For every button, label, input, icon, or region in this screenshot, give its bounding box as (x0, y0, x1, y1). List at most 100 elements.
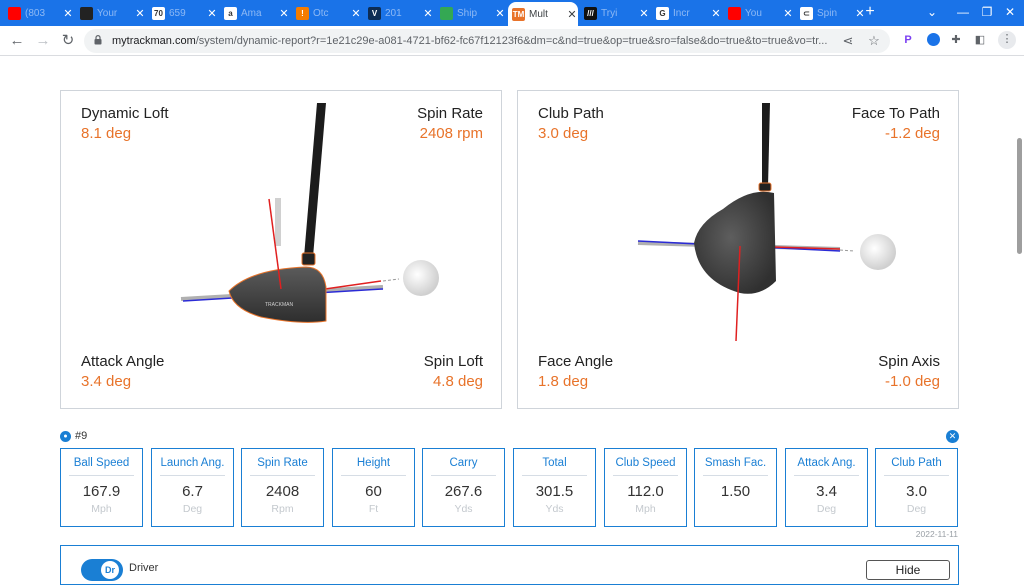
minimize-button[interactable]: — (953, 3, 973, 21)
shot-number: #9 (75, 430, 88, 442)
club-head (228, 266, 327, 323)
tab-title: Mult (529, 8, 548, 20)
close-tab-icon[interactable]: ✕ (62, 7, 74, 20)
metric-unit: Deg (906, 503, 927, 515)
browser-tab[interactable]: 70 659 ✕ (148, 3, 218, 23)
metric-divider (794, 475, 859, 476)
metric-label: Attack Ang. (797, 457, 856, 469)
metric-label: Launch Ang. (160, 457, 225, 469)
club-toggle[interactable]: Dr (81, 559, 123, 581)
club-brand-text: TRACKMAN (265, 302, 293, 308)
close-window-button[interactable]: ✕ (1000, 3, 1020, 21)
impact-top-view-panel: Club Path 3.0 deg Face To Path -1.2 deg … (517, 90, 959, 409)
metric-divider (160, 475, 225, 476)
extension-p-icon[interactable]: P (900, 32, 916, 48)
club-toggle-knob: Dr (101, 561, 119, 579)
browser-tab[interactable]: ! Otc ✕ (292, 3, 362, 23)
metric-value: 112.0 (627, 483, 664, 500)
metric-divider (69, 475, 134, 476)
close-tab-icon[interactable]: ✕ (350, 7, 362, 20)
metric-label: Carry (449, 457, 478, 469)
hide-button[interactable]: Hide (866, 560, 950, 580)
close-tab-icon[interactable]: ✕ (422, 7, 434, 20)
metric-card[interactable]: Attack Ang. 3.4 Deg (785, 448, 868, 527)
browser-tab[interactable]: /// Tryi ✕ (580, 3, 650, 23)
new-tab-button[interactable]: + (862, 4, 878, 20)
reload-icon[interactable]: ↻ (59, 32, 77, 50)
metric-card[interactable]: Launch Ang. 6.7 Deg (151, 448, 234, 527)
metric-card[interactable]: Ball Speed 167.9 Mph (60, 448, 143, 527)
google-icon: G (656, 6, 669, 20)
menu-kebab-icon[interactable]: ⋮ (998, 31, 1016, 49)
top-club-shaft (762, 103, 770, 187)
lock-icon (94, 35, 102, 45)
driver-top-view-illustration (637, 103, 896, 342)
close-tab-icon[interactable]: ✕ (206, 7, 218, 20)
tab-title: (803 (25, 7, 46, 19)
browser-toolbar: ← → ↻ mytrackman.com/system/dynamic-repo… (0, 26, 1024, 56)
browser-tab[interactable]: ⊂ Spin ✕ (796, 3, 866, 23)
metric-card[interactable]: Spin Rate 2408 Rpm (241, 448, 324, 527)
browser-tab[interactable]: Ship ✕ (436, 3, 506, 23)
metric-divider (522, 475, 587, 476)
metric-card[interactable]: Carry 267.6 Yds (422, 448, 505, 527)
close-tab-icon[interactable]: ✕ (782, 7, 794, 20)
extension-shield-icon[interactable] (925, 32, 941, 48)
tab-title: Ama (241, 7, 262, 19)
trackman-icon: TM (512, 7, 525, 21)
browser-tab[interactable]: V 201 ✕ (364, 3, 434, 23)
stripes-icon: /// (584, 6, 597, 20)
metric-label: Ball Speed (73, 457, 130, 469)
metric-unit: Yds (545, 503, 564, 515)
metric-card[interactable]: Total 301.5 Yds (513, 448, 596, 527)
page-scrollbar[interactable] (1017, 138, 1022, 254)
extensions-puzzle-icon[interactable]: ✚ (948, 32, 964, 48)
browser-tab[interactable]: a Ama ✕ (220, 3, 290, 23)
metric-value: 267.6 (444, 483, 483, 500)
metric-value: 60 (365, 483, 382, 500)
close-tab-icon[interactable]: ✕ (494, 7, 506, 20)
shot-person-icon: ● (60, 430, 71, 442)
youtube-icon (728, 6, 741, 20)
browser-tab[interactable]: TM Mult ✕ (508, 2, 578, 26)
url-host: mytrackman.com (112, 35, 196, 47)
metric-label: Spin Rate (257, 457, 308, 469)
metric-value: 1.50 (720, 483, 751, 500)
close-tab-icon[interactable]: ✕ (278, 7, 290, 20)
browser-tab[interactable]: G Incr ✕ (652, 3, 722, 23)
golf-ball (403, 260, 439, 296)
tab-title: Ship (457, 7, 478, 19)
bookmark-star-icon[interactable]: ☆ (866, 33, 882, 49)
metric-card[interactable]: Club Speed 112.0 Mph (604, 448, 687, 527)
tab-search-icon[interactable]: ⌄ (922, 3, 942, 21)
share-icon[interactable]: ⋖ (840, 33, 856, 49)
browser-tab[interactable]: Your ✕ (76, 3, 146, 23)
metric-divider (250, 475, 315, 476)
forward-icon[interactable]: → (34, 32, 52, 50)
metric-card[interactable]: Height 60 Ft (332, 448, 415, 527)
tab-title: 201 (385, 7, 402, 19)
close-tab-icon[interactable]: ✕ (566, 8, 578, 21)
amazon-icon: a (224, 6, 237, 20)
metric-label: Smash Fac. (704, 457, 767, 469)
browser-tab[interactable]: (803 ✕ (4, 3, 74, 23)
close-tab-icon[interactable]: ✕ (638, 7, 650, 20)
address-bar[interactable]: mytrackman.com/system/dynamic-report?r=1… (84, 29, 890, 53)
under-armour-icon (80, 6, 93, 20)
close-tab-icon[interactable]: ✕ (710, 7, 722, 20)
metric-unit: Deg (816, 503, 837, 515)
spin-icon: ⊂ (800, 6, 813, 20)
metric-unit: Rpm (271, 503, 294, 515)
close-tab-icon[interactable]: ✕ (134, 7, 146, 20)
metric-card[interactable]: Smash Fac. 1.50 (694, 448, 777, 527)
close-shot-icon[interactable]: ✕ (946, 430, 959, 443)
tab-title: Tryi (601, 7, 618, 19)
browser-tab[interactable]: You ✕ (724, 3, 794, 23)
back-icon[interactable]: ← (8, 32, 26, 50)
tab-title: Incr (673, 7, 690, 19)
restore-button[interactable]: ❐ (977, 3, 997, 21)
side-panel-icon[interactable]: ◧ (972, 32, 988, 48)
metric-divider (613, 475, 678, 476)
metric-value: 167.9 (82, 483, 121, 500)
metric-card[interactable]: Club Path 3.0 Deg (875, 448, 958, 527)
